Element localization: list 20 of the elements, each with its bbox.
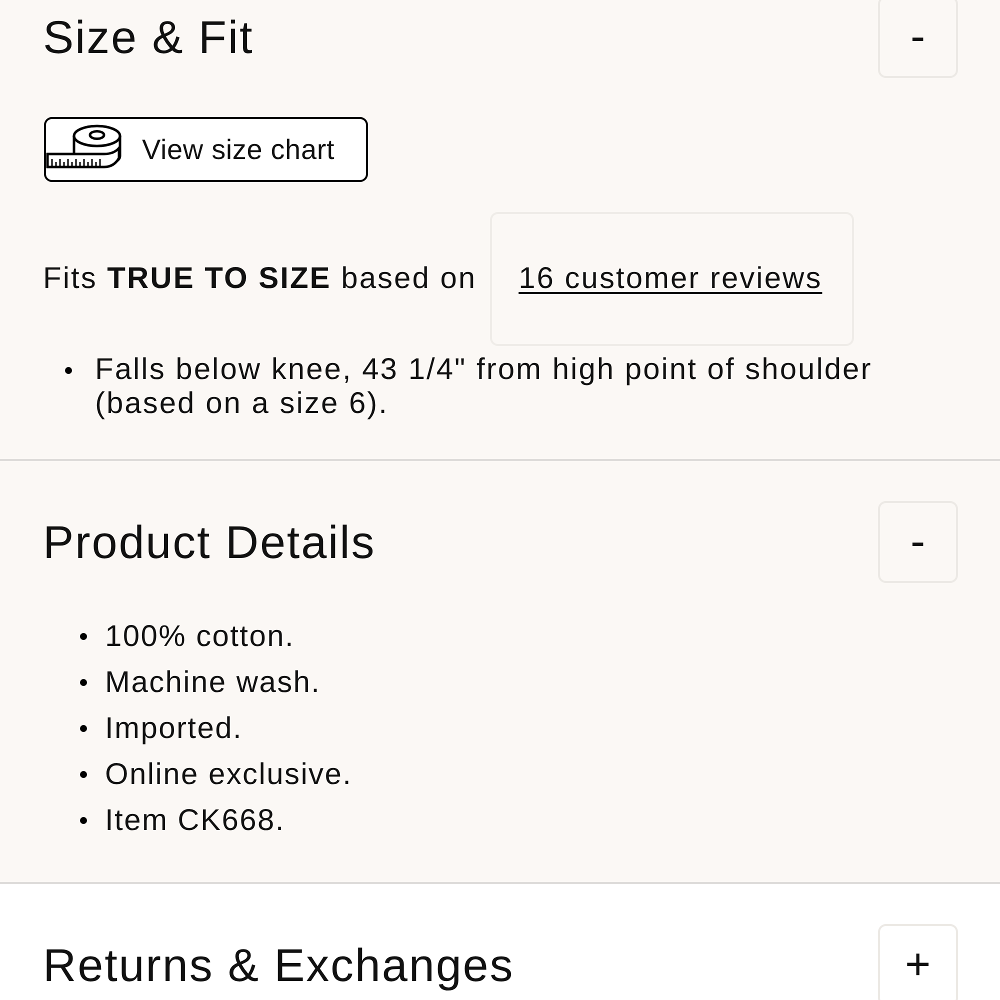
toggle-button[interactable]: + (878, 924, 958, 1000)
toggle-button[interactable]: - (878, 500, 958, 582)
bullet-icon (80, 679, 87, 686)
detail-item: Machine wash. (105, 666, 321, 700)
section-title: Product Details (43, 518, 376, 564)
section-title: Size & Fit (43, 14, 254, 60)
detail-item: 100% cotton. (105, 620, 295, 654)
bullet-icon (65, 366, 72, 374)
size-chart-button[interactable]: View size chart (44, 117, 368, 182)
reviews-link[interactable]: 16 customer reviews (490, 212, 854, 346)
detail-item: Imported. (105, 712, 243, 746)
toggle-button[interactable]: - (878, 0, 958, 78)
bullet-icon (80, 725, 87, 732)
detail-item: Item CK668. (105, 804, 285, 838)
bullet-icon (80, 633, 87, 640)
bullet-icon (80, 771, 87, 778)
bullet-icon (80, 817, 87, 824)
detail-item: Online exclusive. (105, 758, 352, 792)
fit-note: Falls below knee, 43 1/4" from high point of shoulder (based on a size 6). (95, 352, 874, 420)
fit-summary: Fits TRUE TO SIZE based on (43, 262, 477, 296)
